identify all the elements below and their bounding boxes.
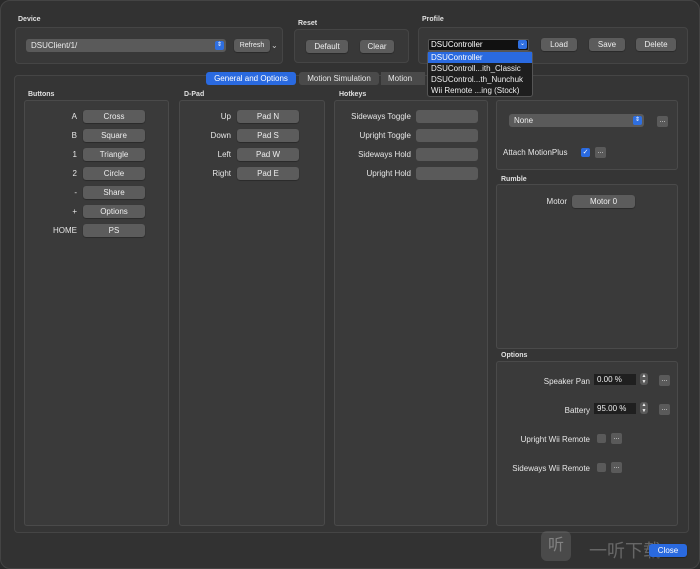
button-minus-mapping[interactable]: Share: [83, 186, 145, 199]
upright-wii-remote-checkbox[interactable]: [597, 434, 606, 443]
sideways-more-button[interactable]: ...: [611, 462, 622, 473]
dpad-panel: Up Pad N Down Pad S Left Pad W Right Pad…: [179, 100, 325, 526]
attach-motionplus-label: Attach MotionPlus: [503, 148, 568, 157]
default-button[interactable]: Default: [306, 40, 348, 53]
load-button[interactable]: Load: [541, 38, 577, 51]
controller-config-window: Device DSUClient/1/ ⇕ Refresh ⌄ Reset De…: [0, 0, 700, 569]
dpad-right-label: Right: [212, 169, 231, 178]
buttons-title: Buttons: [28, 91, 55, 98]
profile-option[interactable]: Wii Remote ...ing (Stock): [428, 85, 532, 96]
reset-group: Default Clear: [294, 29, 409, 63]
device-title: Device: [18, 16, 41, 23]
button-1-mapping[interactable]: Triangle: [83, 148, 145, 161]
speaker-pan-field[interactable]: 0.00 %: [594, 374, 636, 385]
dpad-title: D-Pad: [184, 91, 205, 98]
button-1-label: 1: [72, 150, 77, 159]
hotkeys-panel: Sideways Toggle Upright Toggle Sideways …: [334, 100, 488, 526]
profile-combo[interactable]: DSUController ⌄: [428, 39, 529, 51]
button-home-label: HOME: [53, 226, 77, 235]
button-plus-label: +: [72, 207, 77, 216]
extension-select[interactable]: None ⇕: [509, 114, 644, 127]
chevron-down-icon: ⌄: [518, 40, 527, 49]
device-select-value: DSUClient/1/: [31, 41, 78, 50]
button-plus-mapping[interactable]: Options: [83, 205, 145, 218]
rumble-panel: Motor Motor 0: [496, 184, 678, 349]
dpad-up-label: Up: [220, 112, 231, 121]
upright-wii-remote-label: Upright Wii Remote: [520, 435, 590, 444]
hotkey-upright-toggle-label: Upright Toggle: [359, 131, 411, 140]
dpad-up-mapping[interactable]: Pad N: [237, 110, 299, 123]
watermark-logo-icon: 听: [541, 531, 571, 561]
hotkey-upright-toggle-field[interactable]: [416, 129, 478, 142]
refresh-button[interactable]: Refresh: [234, 39, 270, 52]
hotkey-sideways-toggle-label: Sideways Toggle: [351, 112, 411, 121]
button-b-label: B: [71, 131, 77, 140]
profile-combo-value: DSUController: [431, 40, 483, 49]
button-b-mapping[interactable]: Square: [83, 129, 145, 142]
motor-mapping[interactable]: Motor 0: [572, 195, 635, 208]
options-title: Options: [501, 352, 528, 359]
sideways-wii-remote-label: Sideways Wii Remote: [512, 464, 590, 473]
motor-label: Motor: [546, 197, 567, 206]
battery-field[interactable]: 95.00 %: [594, 403, 636, 414]
profile-option[interactable]: DSUControll...ith_Classic: [428, 63, 532, 74]
close-button[interactable]: Close: [649, 544, 687, 557]
refresh-caret-icon[interactable]: ⌄: [271, 41, 278, 50]
button-a-mapping[interactable]: Cross: [83, 110, 145, 123]
delete-button[interactable]: Delete: [636, 38, 676, 51]
profile-option[interactable]: DSUControl...th_Nunchuk: [428, 74, 532, 85]
device-group: DSUClient/1/ ⇕ Refresh ⌄: [15, 27, 283, 64]
speaker-pan-more-button[interactable]: ...: [659, 375, 670, 386]
device-select[interactable]: DSUClient/1/ ⇕: [26, 39, 226, 52]
button-2-mapping[interactable]: Circle: [83, 167, 145, 180]
profile-dropdown-list: DSUController DSUControll...ith_Classic …: [427, 51, 533, 97]
tab-general-options[interactable]: General and Options: [206, 72, 296, 85]
sideways-wii-remote-checkbox[interactable]: [597, 463, 606, 472]
profile-option[interactable]: DSUController: [428, 52, 532, 63]
tab-motion-input[interactable]: Motion Inp: [381, 72, 425, 85]
speaker-pan-label: Speaker Pan: [543, 377, 590, 386]
clear-button[interactable]: Clear: [360, 40, 394, 53]
dpad-down-mapping[interactable]: Pad S: [237, 129, 299, 142]
attach-motionplus-checkbox[interactable]: ✓: [581, 148, 590, 157]
hotkey-upright-hold-field[interactable]: [416, 167, 478, 180]
hotkey-sideways-toggle-field[interactable]: [416, 110, 478, 123]
motionplus-more-button[interactable]: ...: [595, 147, 606, 158]
extension-more-button[interactable]: ...: [657, 116, 668, 127]
speaker-pan-stepper[interactable]: ▲ ▼: [640, 373, 648, 385]
dpad-right-mapping[interactable]: Pad E: [237, 167, 299, 180]
battery-label: Battery: [564, 406, 590, 415]
buttons-panel: A Cross B Square 1 Triangle 2 Circle - S…: [24, 100, 169, 526]
hotkey-upright-hold-label: Upright Hold: [366, 169, 411, 178]
extension-panel: None ⇕ ... Attach MotionPlus ✓ ...: [496, 100, 678, 170]
button-a-label: A: [71, 112, 77, 121]
hotkeys-title: Hotkeys: [339, 91, 367, 98]
hotkey-sideways-hold-field[interactable]: [416, 148, 478, 161]
tab-motion-simulation[interactable]: Motion Simulation: [299, 72, 379, 85]
extension-select-value: None: [514, 116, 534, 125]
chevron-updown-icon: ⇕: [215, 41, 224, 50]
battery-stepper[interactable]: ▲ ▼: [640, 402, 648, 414]
button-home-mapping[interactable]: PS: [83, 224, 145, 237]
hotkey-sideways-hold-label: Sideways Hold: [358, 150, 411, 159]
dpad-left-label: Left: [217, 150, 231, 159]
rumble-title: Rumble: [501, 176, 527, 183]
chevron-updown-icon: ⇕: [633, 116, 642, 125]
upright-more-button[interactable]: ...: [611, 433, 622, 444]
save-button[interactable]: Save: [589, 38, 625, 51]
dpad-down-label: Down: [210, 131, 231, 140]
dpad-left-mapping[interactable]: Pad W: [237, 148, 299, 161]
profile-title: Profile: [422, 16, 444, 23]
button-minus-label: -: [74, 188, 77, 197]
battery-more-button[interactable]: ...: [659, 404, 670, 415]
button-2-label: 2: [72, 169, 77, 178]
options-panel: Speaker Pan 0.00 % ▲ ▼ ... Battery 95.00 …: [496, 361, 678, 526]
reset-title: Reset: [298, 20, 318, 27]
